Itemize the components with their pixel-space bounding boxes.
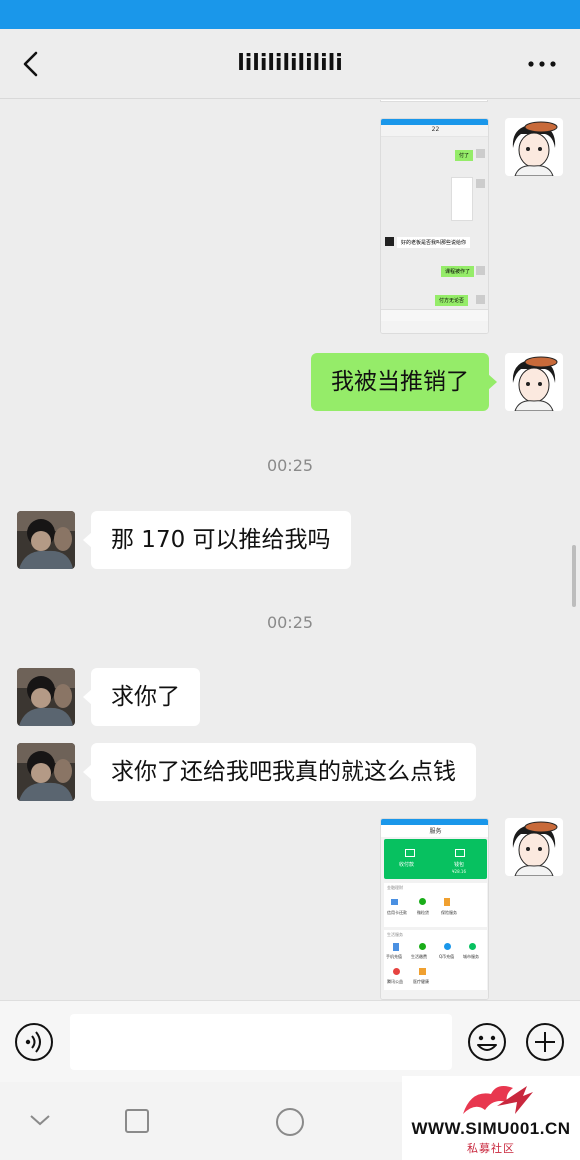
more-options-icon[interactable] [526,54,558,74]
nav-home-icon[interactable] [275,1107,305,1137]
timestamp: 00:25 [266,456,314,475]
input-bar [0,1000,580,1082]
my-message-bubble[interactable]: 我被当推销了 [311,353,497,411]
watermark-site: WWW.SIMU001.CN [411,1119,571,1138]
contact-message-bubble[interactable]: 那 170 可以推给我吗 [83,511,351,569]
my-avatar[interactable] [505,818,563,876]
mini-bubble: 课程被作了 [441,266,475,277]
my-avatar[interactable] [505,118,563,176]
nav-recents-icon[interactable] [124,1108,150,1134]
mini-section-label: 金融理财 [387,885,403,890]
mini-grid-item: 保险服务 [441,910,457,915]
watermark-logo-icon [463,1086,533,1114]
scrollbar-thumb[interactable] [572,545,576,607]
chat-header: lilililililili [0,29,580,99]
timestamp: 00:25 [266,613,314,632]
mini-wallet-label: 钱包 [454,862,465,868]
nav-back-icon[interactable] [28,1110,52,1130]
watermark-subtitle: 私募社区 [467,1142,515,1155]
mini-grid-item: 微粒贷 [417,910,429,915]
mini-wallet-amount: ¥28.16 [452,869,466,874]
voice-icon[interactable] [14,1022,54,1062]
contact-avatar[interactable] [17,668,75,726]
mini-grid-item: Q币充值 [439,954,455,959]
mini-grid-item: 生活缴费 [411,954,427,959]
chat-title: lilililililili [237,51,343,76]
message-input[interactable] [70,1014,452,1070]
my-avatar[interactable] [505,353,563,411]
previous-image-message[interactable] [380,100,488,102]
emoji-icon[interactable] [467,1022,507,1062]
mini-grid-item: 信用卡还款 [387,910,407,915]
image-message-wallet-screenshot[interactable]: 服务 收付款 钱包 ¥28.16 金融理财 信用卡还款 微粒贷 保险服务 生活服… [380,818,489,1000]
mini-chat-title: 22 [431,126,440,133]
mini-pay-label: 收付款 [399,862,415,868]
mini-bubble: 好的老板是否我叫那些说给你 [397,237,471,248]
watermark: WWW.SIMU001.CN 私募社区 [402,1076,580,1160]
contact-message-bubble[interactable]: 求你了还给我吧我真的就这么点钱 [83,743,476,801]
status-bar [0,0,580,29]
message-list[interactable]: 22 付了 好的老板是否我叫那些说给你 课程被作了 付方无论否 我被当推销了 0… [0,100,580,1000]
mini-service-title: 服务 [429,828,442,835]
mini-grid-item: 医疗健康 [413,979,429,984]
plus-icon[interactable] [525,1022,565,1062]
mini-grid-item: 腾讯公益 [387,979,403,984]
image-message-chat-screenshot[interactable]: 22 付了 好的老板是否我叫那些说给你 课程被作了 付方无论否 [380,118,489,334]
mini-bubble: 付方无论否 [435,295,469,306]
contact-avatar[interactable] [17,743,75,801]
mini-grid-item: 手机充值 [386,954,402,959]
contact-avatar[interactable] [17,511,75,569]
mini-grid-item: 城市服务 [463,954,479,959]
mini-bubble: 付了 [455,150,474,161]
mini-section-label: 生活服务 [387,932,403,937]
contact-message-bubble[interactable]: 求你了 [83,668,200,726]
